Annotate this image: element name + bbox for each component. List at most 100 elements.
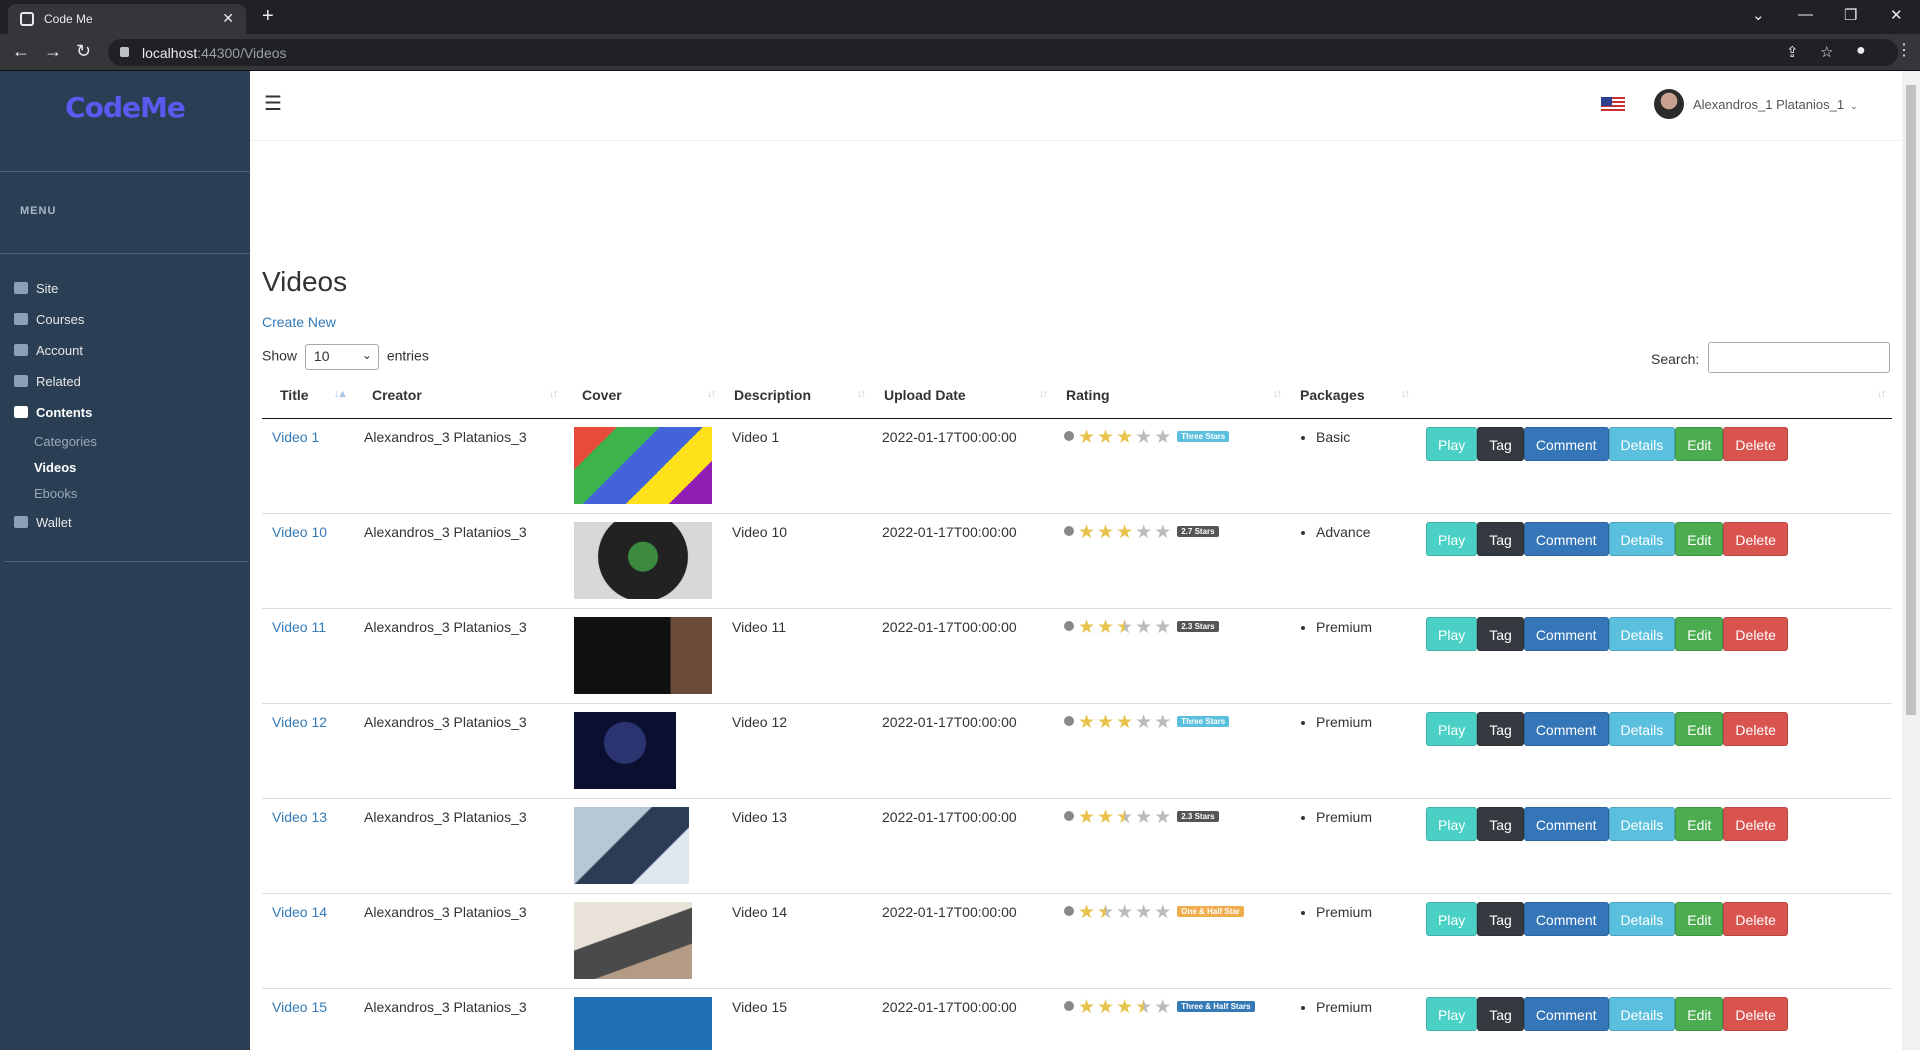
sidebar-subitem-videos[interactable]: Videos <box>34 460 76 475</box>
star-icon[interactable]: ★ <box>1097 902 1114 923</box>
video-title-link[interactable]: Video 11 <box>272 619 326 635</box>
clear-rating-icon[interactable] <box>1064 430 1074 441</box>
comment-button[interactable]: Comment <box>1523 806 1609 841</box>
delete-button[interactable]: Delete <box>1723 426 1788 461</box>
sidebar-item-wallet[interactable]: Wallet <box>14 515 72 530</box>
column-header-rating[interactable]: Rating ↓↑ <box>1054 373 1288 419</box>
star-icon[interactable]: ★ <box>1135 427 1152 448</box>
video-title-link[interactable]: Video 12 <box>272 714 327 730</box>
tag-button[interactable]: Tag <box>1477 901 1524 936</box>
clear-rating-icon[interactable] <box>1064 620 1074 631</box>
edit-button[interactable]: Edit <box>1675 521 1724 556</box>
details-button[interactable]: Details <box>1608 806 1676 841</box>
tag-button[interactable]: Tag <box>1477 711 1524 746</box>
restore-icon[interactable]: ❐ <box>1844 6 1857 24</box>
minimize-icon[interactable]: — <box>1798 6 1813 23</box>
column-header-creator[interactable]: Creator ↓↑ <box>354 373 564 419</box>
details-button[interactable]: Details <box>1608 426 1676 461</box>
clear-rating-icon[interactable] <box>1064 715 1074 726</box>
clear-rating-icon[interactable] <box>1064 525 1074 536</box>
video-title-link[interactable]: Video 14 <box>272 904 327 920</box>
tag-button[interactable]: Tag <box>1477 806 1524 841</box>
new-tab-icon[interactable]: + <box>262 6 274 26</box>
play-button[interactable]: Play <box>1426 996 1478 1031</box>
avatar[interactable] <box>1654 89 1684 119</box>
edit-button[interactable]: Edit <box>1675 806 1724 841</box>
video-title-link[interactable]: Video 10 <box>272 524 327 540</box>
star-icon[interactable]: ★ <box>1078 522 1095 543</box>
clear-rating-icon[interactable] <box>1064 1000 1074 1011</box>
profile-icon[interactable]: ● <box>1856 42 1866 60</box>
delete-button[interactable]: Delete <box>1723 711 1788 746</box>
star-icon[interactable]: ★ <box>1154 807 1171 828</box>
column-header-actions[interactable]: ↓↑ <box>1416 373 1892 419</box>
play-button[interactable]: Play <box>1426 806 1478 841</box>
tag-button[interactable]: Tag <box>1477 616 1524 651</box>
close-window-icon[interactable]: ✕ <box>1890 6 1903 24</box>
logo[interactable]: CodeMe <box>0 91 250 124</box>
edit-button[interactable]: Edit <box>1675 426 1724 461</box>
delete-button[interactable]: Delete <box>1723 996 1788 1031</box>
entries-select[interactable]: 10 ⌄ <box>304 344 379 370</box>
star-icon[interactable]: ★ <box>1078 427 1095 448</box>
star-icon[interactable]: ★ <box>1097 997 1114 1018</box>
edit-button[interactable]: Edit <box>1675 616 1724 651</box>
delete-button[interactable]: Delete <box>1723 901 1788 936</box>
scrollbar-thumb[interactable] <box>1906 85 1916 715</box>
delete-button[interactable]: Delete <box>1723 616 1788 651</box>
tag-button[interactable]: Tag <box>1477 426 1524 461</box>
details-button[interactable]: Details <box>1608 711 1676 746</box>
column-header-upload-date[interactable]: Upload Date ↓↑ <box>872 373 1054 419</box>
sidebar-item-related[interactable]: Related <box>14 374 81 389</box>
star-icon[interactable]: ★ <box>1154 997 1171 1018</box>
clear-rating-icon[interactable] <box>1064 810 1074 821</box>
details-button[interactable]: Details <box>1608 616 1676 651</box>
star-icon[interactable]: ★ <box>1116 522 1133 543</box>
comment-button[interactable]: Comment <box>1523 616 1609 651</box>
column-header-packages[interactable]: Packages ↓↑ <box>1288 373 1416 419</box>
play-button[interactable]: Play <box>1426 901 1478 936</box>
delete-button[interactable]: Delete <box>1723 806 1788 841</box>
star-icon[interactable]: ★ <box>1116 617 1133 638</box>
star-icon[interactable]: ★ <box>1135 807 1152 828</box>
comment-button[interactable]: Comment <box>1523 996 1609 1031</box>
tag-button[interactable]: Tag <box>1477 521 1524 556</box>
video-title-link[interactable]: Video 1 <box>272 429 319 445</box>
star-icon[interactable]: ★ <box>1116 997 1133 1018</box>
star-icon[interactable]: ★ <box>1135 617 1152 638</box>
star-icon[interactable]: ★ <box>1116 712 1133 733</box>
page-scrollbar[interactable] <box>1902 71 1920 1050</box>
user-menu[interactable]: Alexandros_1 Platanios_1 ⌄ <box>1693 97 1858 112</box>
bookmark-star-icon[interactable]: ☆ <box>1820 43 1833 61</box>
star-icon[interactable]: ★ <box>1078 997 1095 1018</box>
comment-button[interactable]: Comment <box>1523 901 1609 936</box>
comment-button[interactable]: Comment <box>1523 426 1609 461</box>
star-icon[interactable]: ★ <box>1078 902 1095 923</box>
star-icon[interactable]: ★ <box>1154 902 1171 923</box>
edit-button[interactable]: Edit <box>1675 711 1724 746</box>
details-button[interactable]: Details <box>1608 521 1676 556</box>
star-icon[interactable]: ★ <box>1116 807 1133 828</box>
star-icon[interactable]: ★ <box>1078 617 1095 638</box>
reload-icon[interactable]: ↻ <box>76 42 91 60</box>
play-button[interactable]: Play <box>1426 426 1478 461</box>
column-header-title[interactable]: Title ↓▲ <box>262 373 354 419</box>
star-icon[interactable]: ★ <box>1097 807 1114 828</box>
star-icon[interactable]: ★ <box>1116 427 1133 448</box>
star-icon[interactable]: ★ <box>1097 617 1114 638</box>
play-button[interactable]: Play <box>1426 521 1478 556</box>
comment-button[interactable]: Comment <box>1523 521 1609 556</box>
star-icon[interactable]: ★ <box>1078 807 1095 828</box>
details-button[interactable]: Details <box>1608 996 1676 1031</box>
star-icon[interactable]: ★ <box>1097 522 1114 543</box>
address-bar[interactable]: localhost:44300/Videos ⇪ ☆ <box>108 39 1898 66</box>
delete-button[interactable]: Delete <box>1723 521 1788 556</box>
play-button[interactable]: Play <box>1426 616 1478 651</box>
edit-button[interactable]: Edit <box>1675 901 1724 936</box>
star-icon[interactable]: ★ <box>1135 522 1152 543</box>
menu-dots-icon[interactable]: ⋮ <box>1896 42 1912 60</box>
column-header-description[interactable]: Description ↓↑ <box>722 373 872 419</box>
star-icon[interactable]: ★ <box>1154 522 1171 543</box>
sidebar-item-contents[interactable]: Contents <box>14 405 92 420</box>
clear-rating-icon[interactable] <box>1064 905 1074 916</box>
